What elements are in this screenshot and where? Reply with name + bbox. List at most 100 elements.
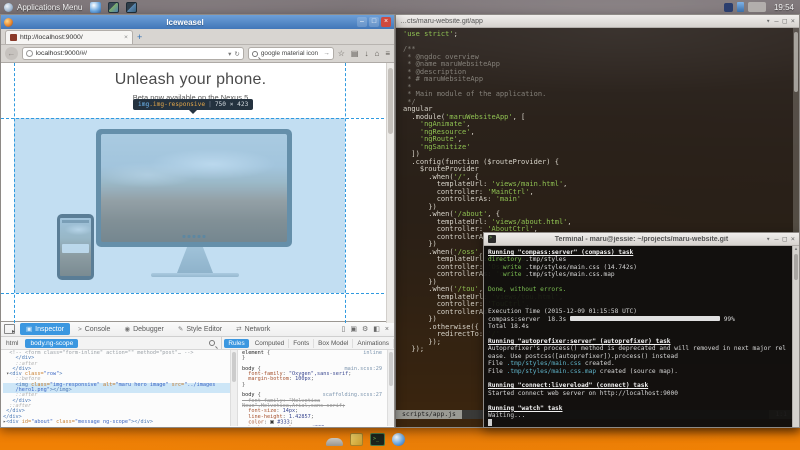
pick-element-icon[interactable] (4, 324, 15, 334)
network-tray-icon[interactable] (724, 3, 733, 12)
devtools-close-icon[interactable] (385, 326, 389, 333)
browser-dock-icon[interactable] (392, 433, 405, 446)
editor-titlebar[interactable]: …cts/maru-website.git/app (396, 15, 799, 28)
browser-window: Iceweasel – □ × http://localhost:9000/ l… (0, 14, 395, 428)
terminal-scrollbar[interactable] (792, 246, 799, 427)
system-tray: 19:54 (724, 2, 800, 12)
inspector-icon (26, 325, 32, 333)
desktop: Applications Menu 19:54 …cts/maru-websit… (0, 0, 800, 450)
media-launcher-icon[interactable] (126, 2, 137, 13)
markup-view[interactable]: <!-- <form class="form-inline" action=""… (1, 350, 230, 426)
vim-filename: scripts/app.js (396, 410, 462, 419)
devtools-second-row: html body.ng-scope Rules Computed Fonts … (1, 337, 394, 350)
minimize-button[interactable] (774, 235, 778, 244)
responsive-mode-icon[interactable] (342, 325, 346, 333)
hamburger-menu-icon[interactable] (385, 49, 390, 58)
terminal-window-title: Terminal - maru@jessie: ~/projects/maru-… (484, 236, 799, 243)
browser-tab-bar: http://localhost:9000/ (1, 29, 394, 45)
tooltip-node-class: .img-responsive (149, 101, 205, 108)
tab-style-editor[interactable]: Style Editor (172, 323, 228, 335)
sidebar-tab-rules[interactable]: Rules (224, 339, 248, 348)
search-bar[interactable]: google material icon (248, 47, 334, 60)
sidebar-tab-fonts[interactable]: Fonts (289, 339, 314, 348)
downloads-icon[interactable] (364, 49, 368, 58)
markup-scrollbar-thumb[interactable] (232, 352, 236, 382)
home-icon[interactable] (374, 49, 379, 58)
minimize-button[interactable]: – (357, 17, 367, 27)
terminal-scrollbar-thumb[interactable] (794, 254, 798, 280)
terminal-titlebar[interactable]: Terminal - maru@jessie: ~/projects/maru-… (484, 233, 799, 246)
style-editor-icon (178, 325, 183, 333)
bookmark-star-icon[interactable] (338, 49, 345, 58)
notification-area[interactable] (748, 2, 766, 12)
minimize-button[interactable] (774, 17, 778, 26)
page-scrollbar-thumb[interactable] (388, 68, 393, 134)
breadcrumb-body[interactable]: body.ng-scope (25, 339, 78, 348)
inspector-guide-top (1, 118, 394, 119)
applications-menu-label: Applications Menu (17, 3, 82, 12)
tab-title: http://localhost:9000/ (20, 34, 121, 41)
volume-tray-icon[interactable] (737, 2, 744, 12)
search-go-icon[interactable] (323, 50, 330, 57)
maximize-button[interactable] (783, 17, 787, 26)
tab-debugger[interactable]: Debugger (118, 323, 169, 335)
breadcrumb-html[interactable]: html (1, 339, 23, 348)
url-dropdown-icon[interactable] (228, 50, 231, 58)
maximize-button[interactable]: □ (369, 17, 379, 27)
rules-view[interactable]: element {inline} body {main.scss:29 font… (238, 350, 387, 426)
maximize-button[interactable] (783, 235, 787, 244)
browser-nav-bar: localhost:9000/#/ google material icon (1, 45, 394, 63)
terminal-dock-icon[interactable] (370, 433, 385, 446)
page-viewport: Unleash your phone. Beta now available o… (1, 63, 394, 323)
browser-app-icon (4, 18, 13, 27)
editor-scrollbar-thumb[interactable] (794, 32, 798, 92)
file-manager-launcher-icon[interactable] (108, 2, 119, 13)
scroll-up-icon[interactable] (793, 246, 799, 252)
frames-icon[interactable] (350, 325, 357, 333)
bookmarks-menu-icon[interactable] (351, 49, 359, 58)
shade-button[interactable] (766, 17, 770, 26)
shade-button[interactable] (766, 235, 770, 244)
markup-scrollbar[interactable] (230, 350, 238, 426)
window-shade-dock-icon[interactable] (326, 438, 343, 446)
sidebar-tab-computed[interactable]: Computed (251, 339, 290, 348)
tab-inspector[interactable]: Inspector (20, 323, 70, 335)
search-icon (252, 51, 258, 57)
debugger-icon (124, 325, 130, 333)
devtools-settings-icon[interactable] (362, 325, 368, 333)
sidebar-tab-animations[interactable]: Animations (353, 339, 394, 348)
tab-close-icon[interactable] (124, 34, 128, 41)
browser-window-title: Iceweasel (13, 18, 357, 27)
new-tab-button[interactable] (137, 30, 142, 44)
top-panel: Applications Menu 19:54 (0, 0, 800, 14)
devtools-panel: Inspector Console Debugger Style Editor … (1, 321, 394, 427)
tab-console[interactable]: Console (72, 324, 116, 335)
inspector-guide-bottom (1, 293, 394, 294)
page-scrollbar[interactable] (386, 63, 394, 323)
reload-icon[interactable] (234, 50, 239, 58)
rules-scrollbar-thumb[interactable] (389, 352, 393, 386)
site-identity-icon[interactable] (26, 50, 33, 57)
applications-menu-button[interactable]: Applications Menu (0, 0, 90, 14)
tab-network[interactable]: Network (230, 323, 276, 335)
browser-launcher-icon[interactable] (90, 2, 101, 13)
close-button[interactable] (791, 17, 795, 26)
terminal-body[interactable]: Running "compass:server" (compass) taskd… (484, 246, 792, 427)
sidebar-tab-box-model[interactable]: Box Model (314, 339, 353, 348)
tooltip-separator: | (208, 101, 212, 108)
browser-titlebar[interactable]: Iceweasel – □ × (1, 15, 394, 29)
url-bar[interactable]: localhost:9000/#/ (22, 47, 244, 60)
close-button[interactable]: × (381, 17, 391, 27)
sidebar-tabs: Rules Computed Fonts Box Model Animation… (221, 337, 394, 349)
panel-clock[interactable]: 19:54 (774, 3, 794, 12)
package-dock-icon[interactable] (350, 433, 363, 446)
rules-scrollbar[interactable] (387, 350, 394, 426)
dock-side-icon[interactable] (373, 325, 380, 333)
inspector-guide-left (14, 63, 15, 323)
browser-tab[interactable]: http://localhost:9000/ (5, 30, 133, 44)
close-button[interactable] (791, 235, 795, 244)
build-terminal-window: Terminal - maru@jessie: ~/projects/maru-… (483, 232, 800, 428)
markup-search-icon[interactable] (209, 340, 215, 346)
back-button[interactable] (5, 47, 18, 60)
inspector-guide-right (345, 63, 346, 323)
